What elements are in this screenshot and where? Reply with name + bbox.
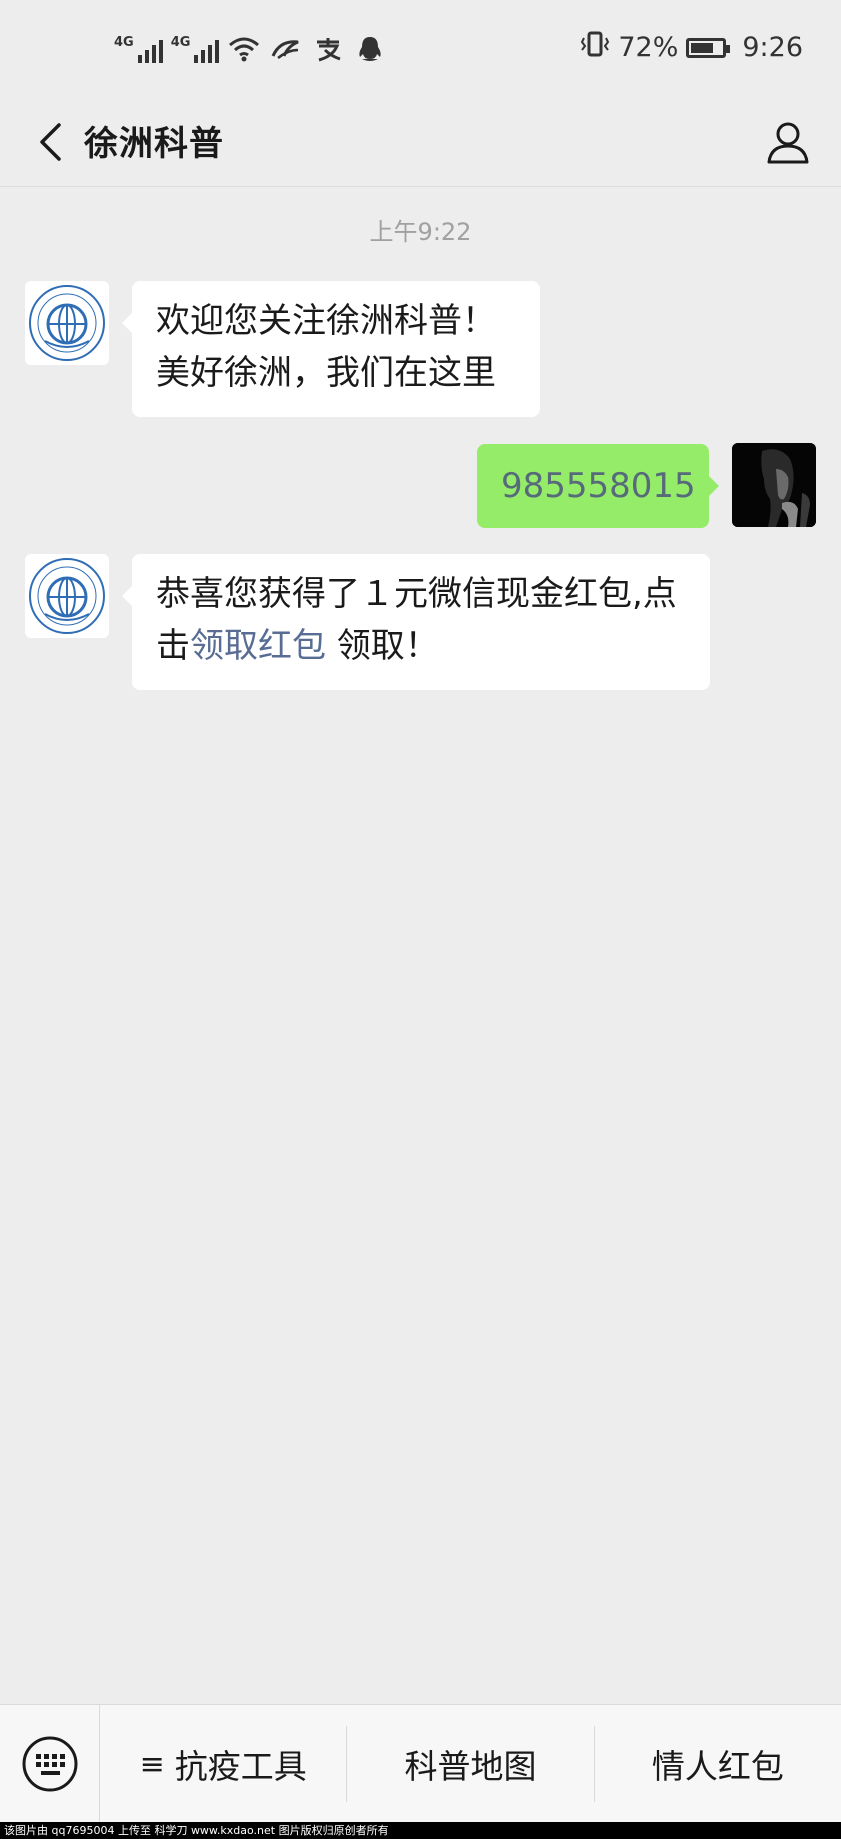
person-icon [767,122,809,164]
chat-title: 徐洲科普 [84,124,224,164]
menu-item-label: 科普地图 [404,1747,537,1786]
chat-header: 徐洲科普 [0,100,841,187]
battery-icon [686,37,731,58]
message-line: 恭喜您获得了１元微信现金红包,点 [156,574,677,614]
cast-logo-icon [29,558,105,634]
keyboard-icon [22,1736,77,1792]
menu-item-science-map[interactable]: 科普地图 [347,1726,595,1802]
menu-item-label: 情人红包 [651,1747,784,1786]
menu-list-icon: ≡ [139,1746,165,1782]
message-text: 领取！ [326,626,439,666]
profile-button[interactable] [755,110,821,176]
message-bubble-self[interactable]: 985558015 [477,444,719,528]
message-text: 击 [156,626,190,666]
official-account-menu: ≡ 抗疫工具 科普地图 情人红包 [0,1704,841,1823]
qq-icon [353,34,387,64]
chevron-left-icon [40,123,61,161]
status-bar: 4G 4G 72% 9:26 [0,0,841,100]
official-account-avatar[interactable] [25,554,109,638]
vibrate-icon [580,30,610,65]
claim-red-packet-link[interactable]: 领取红包 [190,626,326,666]
message-line: 美好徐洲，我们在这里 [156,353,496,393]
back-button[interactable] [22,114,78,170]
menu-item-anti-epidemic-tools[interactable]: ≡ 抗疫工具 [100,1726,348,1802]
wifi-icon [227,34,261,64]
message-timestamp: 上午9:22 [369,218,472,246]
message-text: 985558015 [501,466,696,506]
alipay-bird-icon [269,34,303,64]
signal-icon: 4G [171,35,220,63]
menu-item-label: 抗疫工具 [174,1747,307,1786]
user-avatar[interactable] [732,443,816,527]
clock: 9:26 [742,32,803,63]
message-bubble-red-packet[interactable]: 恭喜您获得了１元微信现金红包,点 击领取红包 领取！ [122,554,710,690]
alipay-icon [311,34,345,64]
watermark-bar: 该图片由 qq7695004 上传至 科学刀 www.kxdao.net 图片版… [0,1822,841,1839]
cast-logo-icon [29,285,105,361]
network-type-label: 4G [114,35,134,50]
keyboard-toggle-button[interactable] [0,1705,100,1823]
official-account-avatar[interactable] [25,281,109,365]
battery-percent: 72% [618,32,679,63]
message-bubble-welcome[interactable]: 欢迎您关注徐洲科普！ 美好徐洲，我们在这里 [122,281,540,417]
message-line: 欢迎您关注徐洲科普！ [156,301,496,341]
portrait-icon [732,443,816,527]
network-type-label: 4G [170,35,191,50]
message-line: 击领取红包 领取！ [156,620,686,672]
menu-item-lovers-red-packet[interactable]: 情人红包 [595,1726,841,1802]
signal-icon: 4G [114,35,163,63]
